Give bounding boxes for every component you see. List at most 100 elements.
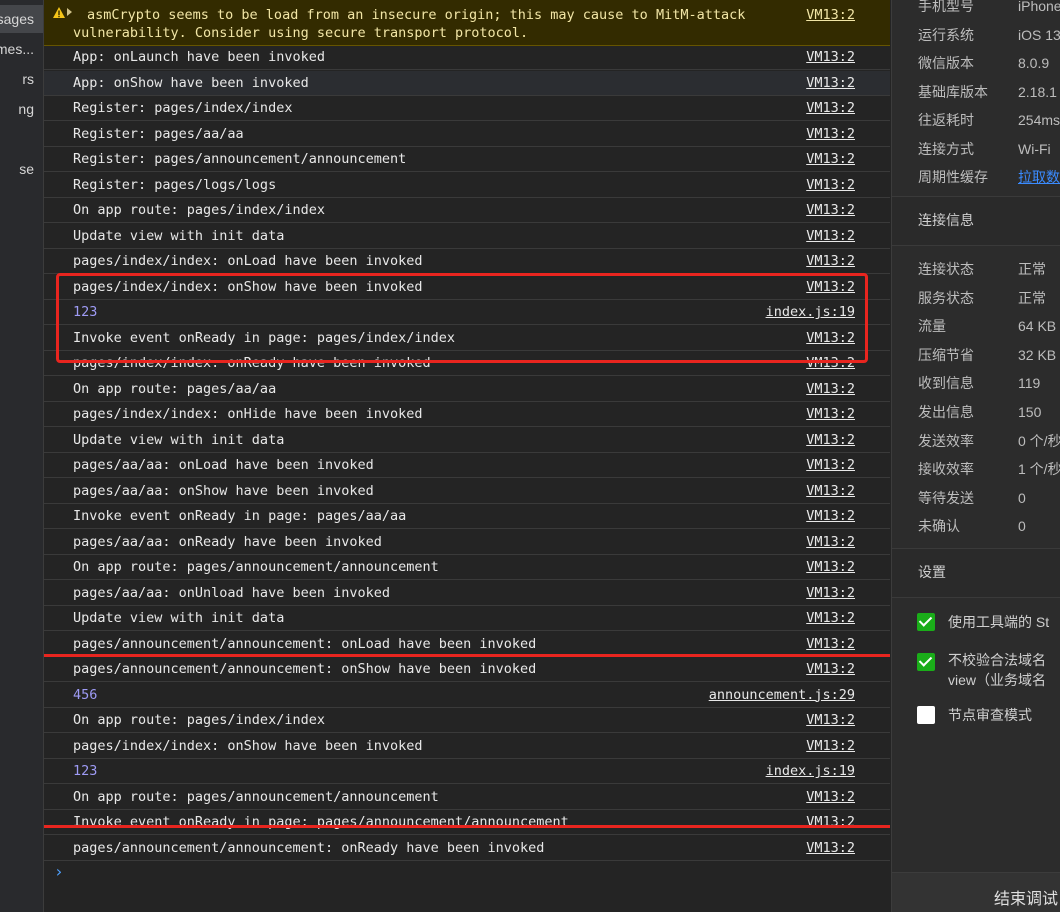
log-message: Invoke event onReady in page: pages/anno… (73, 814, 569, 830)
log-source-link[interactable]: VM13:2 (806, 483, 855, 499)
log-source-link[interactable]: VM13:2 (806, 406, 855, 422)
log-row: pages/index/index: onLoad have been invo… (44, 249, 890, 274)
settings-header: 设置 (892, 548, 1060, 598)
log-message: pages/index/index: onHide have been invo… (73, 406, 423, 422)
log-row: On app route: pages/index/index VM13:2 (44, 198, 890, 223)
log-source-link[interactable]: VM13:2 (806, 508, 855, 524)
log-message: Update view with init data (73, 610, 285, 626)
info-key: 服务状态 (918, 289, 974, 306)
setting-checkbox-1[interactable] (917, 613, 935, 631)
log-source-link[interactable]: VM13:2 (806, 534, 855, 550)
log-source-link[interactable]: VM13:2 (806, 355, 855, 371)
log-message: On app route: pages/aa/aa (73, 380, 277, 397)
log-row: On app route: pages/announcement/announc… (44, 785, 890, 810)
end-debug-button[interactable]: 结束调试 (892, 872, 1060, 912)
log-source-link[interactable]: VM13:2 (806, 253, 855, 269)
log-row: pages/index/index: onShow have been invo… (44, 734, 890, 759)
log-source-link[interactable]: VM13:2 (806, 712, 855, 728)
log-row: On app route: pages/announcement/announc… (44, 555, 890, 580)
log-source-link[interactable]: VM13:2 (806, 814, 855, 830)
log-message: 123 (73, 763, 98, 779)
log-row: Update view with init data VM13:2 (44, 606, 890, 631)
log-row: Invoke event onReady in page: pages/anno… (44, 810, 890, 835)
nav-item-messages[interactable]: sages (0, 5, 43, 33)
expand-arrow-icon[interactable] (67, 8, 72, 16)
log-source-link[interactable]: VM13:2 (806, 100, 855, 116)
info-value: 0 个/秒 (1018, 432, 1060, 449)
log-row: pages/announcement/announcement: onShow … (44, 657, 890, 682)
console-prompt[interactable]: › (54, 862, 64, 881)
log-source-link[interactable]: VM13:2 (806, 738, 855, 754)
log-source-link[interactable]: VM13:2 (806, 661, 855, 677)
info-key: 基础库版本 (918, 83, 988, 100)
log-source-link[interactable]: VM13:2 (806, 151, 855, 167)
log-source-link[interactable]: VM13:2 (806, 610, 855, 626)
info-row: 压缩节省 32 KB (918, 345, 1056, 365)
info-value: iOS 13 (1018, 26, 1060, 43)
info-row: 发出信息 150 (918, 402, 1041, 422)
setting-checkbox-2[interactable] (917, 653, 935, 671)
setting-checkbox-3[interactable] (917, 706, 935, 724)
log-row: Register: pages/announcement/announcemen… (44, 147, 890, 172)
warning-text-line1: asmCrypto seems to be load from an insec… (87, 7, 746, 23)
info-value: 119 (1018, 375, 1041, 392)
setting-label-3: 节点审查模式 (948, 707, 1032, 723)
log-source-link[interactable]: VM13:2 (806, 49, 855, 65)
log-row: pages/aa/aa: onShow have been invoked VM1… (44, 479, 890, 504)
info-row: 接收效率 1 个/秒 (918, 459, 1060, 479)
log-message: pages/aa/aa: onUnload have been invoked (73, 584, 390, 601)
settings-title: 设置 (918, 564, 946, 580)
log-source-link[interactable]: VM13:2 (806, 202, 855, 218)
info-row: 运行系统 iOS 13 (918, 25, 1060, 45)
log-source-link[interactable]: VM13:2 (806, 636, 855, 652)
log-message: pages/aa/aa: onLoad have been invoked (73, 457, 374, 473)
info-value: 0 (1018, 489, 1026, 506)
log-message: On app route: pages/index/index (73, 712, 325, 728)
log-message: Register: pages/logs/logs (73, 176, 277, 193)
info-row: 流量 64 KB (918, 316, 1056, 336)
warning-source-link[interactable]: VM13:2 (806, 7, 855, 23)
log-source-link[interactable]: VM13:2 (806, 840, 855, 856)
info-value: 正常 (1018, 261, 1046, 277)
info-value: 64 KB (1018, 318, 1057, 335)
log-source-link[interactable]: VM13:2 (806, 457, 855, 473)
info-row: 发送效率 0 个/秒 (918, 431, 1060, 451)
info-value: 正常 (1018, 289, 1046, 306)
log-message: On app route: pages/announcement/announc… (73, 788, 439, 805)
log-source-link[interactable]: VM13:2 (806, 177, 855, 193)
log-source-link[interactable]: announcement.js:29 (709, 687, 855, 703)
log-source-link[interactable]: VM13:2 (806, 789, 855, 805)
log-row: App: onShow have been invoked VM13:2 (44, 70, 890, 96)
info-value: 150 (1018, 404, 1042, 420)
info-row: 连接状态 正常 (918, 259, 1046, 279)
log-source-link[interactable]: VM13:2 (806, 585, 855, 601)
log-source-link[interactable]: VM13:2 (806, 330, 855, 346)
info-value[interactable]: 拉取数 (1018, 167, 1060, 187)
log-row: Register: pages/logs/logs VM13:2 (44, 173, 890, 198)
info-key: 发送效率 (918, 432, 974, 449)
log-message: Register: pages/announcement/announcemen… (73, 151, 407, 167)
log-message: On app route: pages/announcement/announc… (73, 559, 439, 575)
log-source-link[interactable]: VM13:2 (806, 126, 855, 142)
info-key: 发出信息 (918, 404, 974, 420)
log-message: pages/index/index: onShow have been invo… (73, 737, 423, 754)
info-key: 手机型号 (918, 0, 974, 14)
log-source-link[interactable]: VM13:2 (806, 75, 855, 91)
log-source-link[interactable]: VM13:2 (806, 279, 855, 295)
log-source-link[interactable]: index.js:19 (766, 763, 855, 779)
warning-row: asmCrypto seems to be load from an insec… (44, 0, 890, 46)
log-row: App: onLaunch have been invoked VM13:2 (44, 45, 890, 70)
info-value: Wi-Fi (1018, 140, 1051, 157)
log-message: 123 (73, 304, 98, 320)
log-message: pages/index/index: onLoad have been invo… (73, 253, 423, 269)
info-value: 32 KB (1018, 346, 1057, 363)
info-key: 等待发送 (918, 489, 974, 506)
info-row: 周期性缓存 拉取数 (918, 167, 1060, 187)
log-source-link[interactable]: VM13:2 (806, 432, 855, 448)
log-source-link[interactable]: VM13:2 (806, 228, 855, 244)
info-panel: 手机型号 iPhone 运行系统 iOS 13 微信版本 8.0.9 基础库版本 2.18.1… (891, 0, 1060, 912)
log-message: App: onLaunch have been invoked (73, 49, 325, 65)
log-source-link[interactable]: VM13:2 (806, 559, 855, 575)
log-source-link[interactable]: VM13:2 (806, 381, 855, 397)
log-source-link[interactable]: index.js:19 (766, 304, 855, 320)
